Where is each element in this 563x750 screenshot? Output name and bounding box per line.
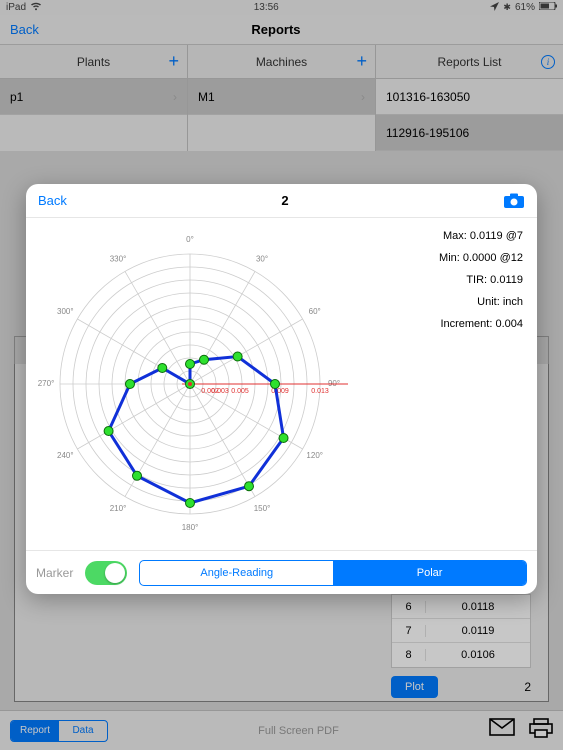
modal-nav: Back 2 xyxy=(26,184,537,218)
marker-switch[interactable] xyxy=(85,561,127,585)
stat-tir: TIR: 0.0119 xyxy=(360,274,523,286)
svg-text:30°: 30° xyxy=(256,254,268,263)
svg-text:180°: 180° xyxy=(182,523,199,532)
svg-text:0°: 0° xyxy=(186,235,194,244)
stat-max: Max: 0.0119 @7 xyxy=(360,230,523,242)
svg-text:0.005: 0.005 xyxy=(231,388,249,395)
modal-footer: Marker Angle-Reading Polar xyxy=(26,550,537,594)
svg-text:150°: 150° xyxy=(254,504,271,513)
camera-icon[interactable] xyxy=(503,193,525,209)
tab-polar[interactable]: Polar xyxy=(333,561,526,585)
polar-chart: 0°30°60°90°120°150°180°210°240°270°300°3… xyxy=(30,224,360,544)
svg-text:0.013: 0.013 xyxy=(311,388,329,395)
svg-text:0.009: 0.009 xyxy=(271,388,289,395)
screen: iPad 13:56 ✱ 61% Back Reports Plants + xyxy=(0,0,563,750)
marker-label: Marker xyxy=(36,566,73,580)
stat-increment: Increment: 0.004 xyxy=(360,318,523,330)
svg-text:210°: 210° xyxy=(110,504,127,513)
stat-unit: Unit: inch xyxy=(360,296,523,308)
chart-modal: Back 2 0°30°60°90°120°150°180°210°240°27… xyxy=(26,184,537,594)
tab-angle-reading[interactable]: Angle-Reading xyxy=(140,561,333,585)
svg-text:120°: 120° xyxy=(306,451,323,460)
svg-text:0.003: 0.003 xyxy=(211,388,229,395)
svg-text:60°: 60° xyxy=(309,307,321,316)
modal-back-button[interactable]: Back xyxy=(38,193,67,208)
chart-stats: Max: 0.0119 @7 Min: 0.0000 @12 TIR: 0.01… xyxy=(360,224,529,544)
svg-text:270°: 270° xyxy=(38,379,55,388)
svg-text:240°: 240° xyxy=(57,451,74,460)
svg-text:330°: 330° xyxy=(110,254,127,263)
modal-title: 2 xyxy=(281,193,288,208)
svg-text:300°: 300° xyxy=(57,307,74,316)
stat-min: Min: 0.0000 @12 xyxy=(360,252,523,264)
chart-type-segment[interactable]: Angle-Reading Polar xyxy=(139,560,527,586)
